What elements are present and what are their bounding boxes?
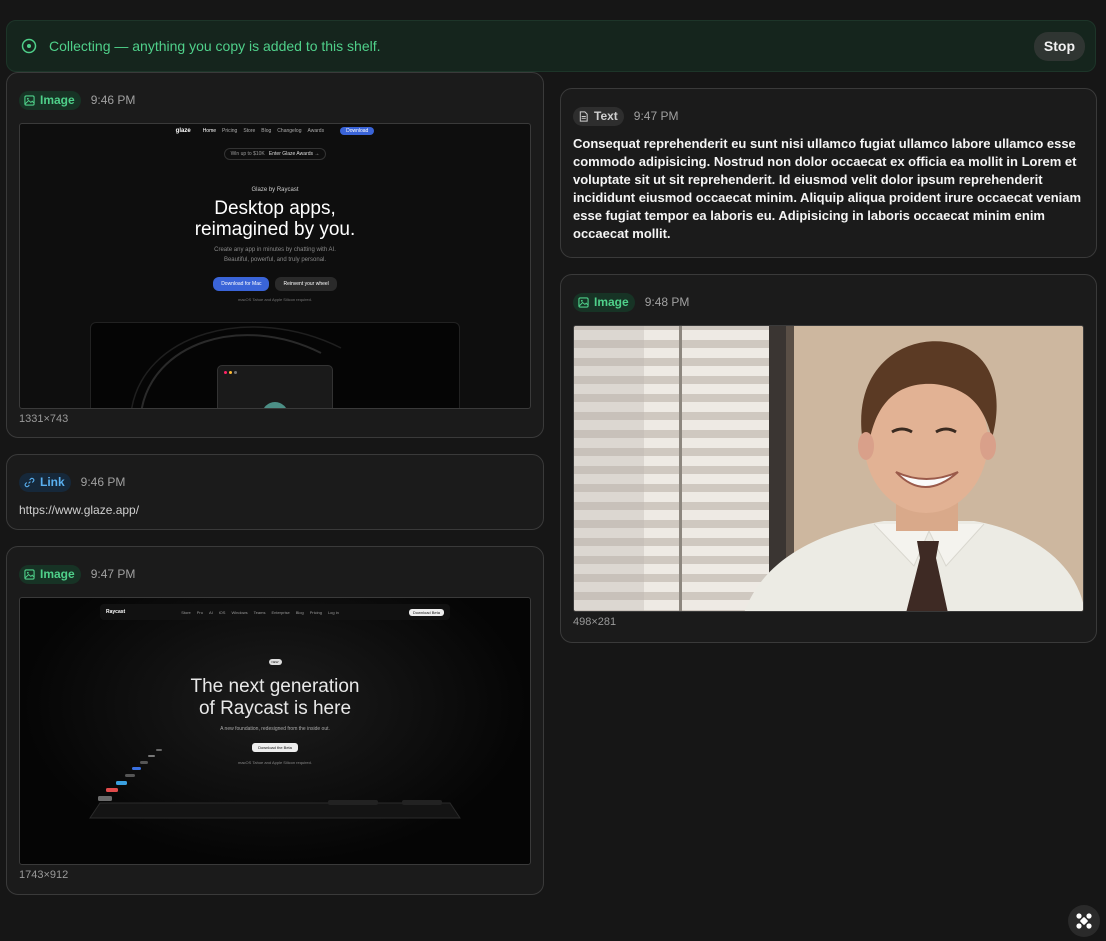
eyebrow: Glaze by Raycast [251, 187, 299, 193]
nav-item: Pricing [222, 128, 238, 134]
shelf-item-image[interactable]: Image 9:47 PM Raycast Store Pro AI iOS W… [6, 546, 544, 895]
nav-cta: Download [340, 127, 375, 135]
timestamp: 9:47 PM [90, 567, 136, 581]
timestamp: 9:46 PM [90, 93, 136, 107]
award-pill-prefix: Win up to $10K [230, 151, 265, 157]
mini-window [217, 365, 333, 408]
app-preview-window [90, 322, 460, 408]
document-icon [579, 110, 588, 122]
hero-sub-1: Create any app in minutes by chatting wi… [214, 247, 336, 253]
nav-item: Changelog [277, 128, 302, 134]
timestamp: 9:48 PM [644, 295, 690, 309]
image-preview[interactable]: glaze Home Pricing Store Blog Changelog … [19, 123, 531, 409]
timestamp: 9:46 PM [80, 475, 126, 489]
cta-secondary: Reinvent your wheel [275, 277, 337, 291]
collecting-banner: Collecting — anything you copy is added … [6, 20, 1096, 72]
image-preview[interactable]: Raycast Store Pro AI iOS Windows Teams E… [19, 597, 531, 865]
image-icon [24, 94, 35, 106]
type-badge: Text [573, 106, 624, 126]
type-badge: Link [19, 472, 71, 492]
shelf-item-link[interactable]: Link 9:46 PM https://www.glaze.app/ [6, 454, 544, 530]
type-badge: Image [19, 90, 81, 110]
raycast-screenshot: Raycast Store Pro AI iOS Windows Teams E… [20, 598, 530, 864]
record-circle-icon [21, 38, 37, 54]
nav-item: Awards [307, 128, 325, 134]
image-icon [24, 568, 35, 580]
launcher-perspective-graphic [89, 749, 461, 819]
requirement-note: macOS Tahoe and Apple Silicon required. [238, 297, 312, 302]
type-label: Image [594, 295, 629, 309]
image-preview[interactable] [573, 325, 1084, 612]
award-pill-link: Enter Glaze Awards → [268, 151, 320, 157]
logo-text: glaze [175, 128, 191, 134]
raycast-logo-button[interactable] [1068, 905, 1100, 937]
image-dimensions: 1743×912 [19, 869, 69, 881]
type-label: Text [594, 109, 618, 123]
image-icon [578, 296, 589, 308]
nav-item: Blog [261, 128, 272, 134]
shelf-item-image[interactable]: Image 9:48 PM 498×281 [560, 274, 1097, 643]
image-dimensions: 498×281 [573, 616, 617, 628]
banner-message: Collecting — anything you copy is added … [49, 38, 381, 54]
glaze-screenshot: glaze Home Pricing Store Blog Changelog … [20, 124, 530, 408]
hero-headline-1: Desktop apps, [214, 198, 336, 219]
timestamp: 9:47 PM [633, 109, 679, 123]
link-icon [24, 477, 35, 487]
hero-headline-2: reimagined by you. [194, 219, 356, 240]
image-dimensions: 1331×743 [19, 413, 69, 425]
hero-sub-2: Beautiful, powerful, and truly personal. [223, 257, 327, 263]
stop-button[interactable]: Stop [1033, 31, 1085, 61]
nav-item: Home [202, 128, 217, 134]
type-label: Image [40, 93, 75, 107]
cta-primary: Download for Mac [213, 277, 270, 291]
link-url[interactable]: https://www.glaze.app/ [19, 503, 531, 517]
type-badge: Image [573, 292, 635, 312]
text-content[interactable]: Consequat reprehenderit eu sunt nisi ull… [573, 135, 1084, 243]
shelf-item-image[interactable]: Image 9:46 PM glaze Home Pricing Store B… [6, 72, 544, 438]
shelf-item-text[interactable]: Text 9:47 PM Consequat reprehenderit eu … [560, 88, 1097, 258]
photo-smiling-man [574, 326, 1083, 611]
type-label: Link [40, 475, 65, 489]
nav-item: Store [243, 128, 256, 134]
raycast-logo-icon [1076, 913, 1092, 929]
type-badge: Image [19, 564, 81, 584]
type-label: Image [40, 567, 75, 581]
